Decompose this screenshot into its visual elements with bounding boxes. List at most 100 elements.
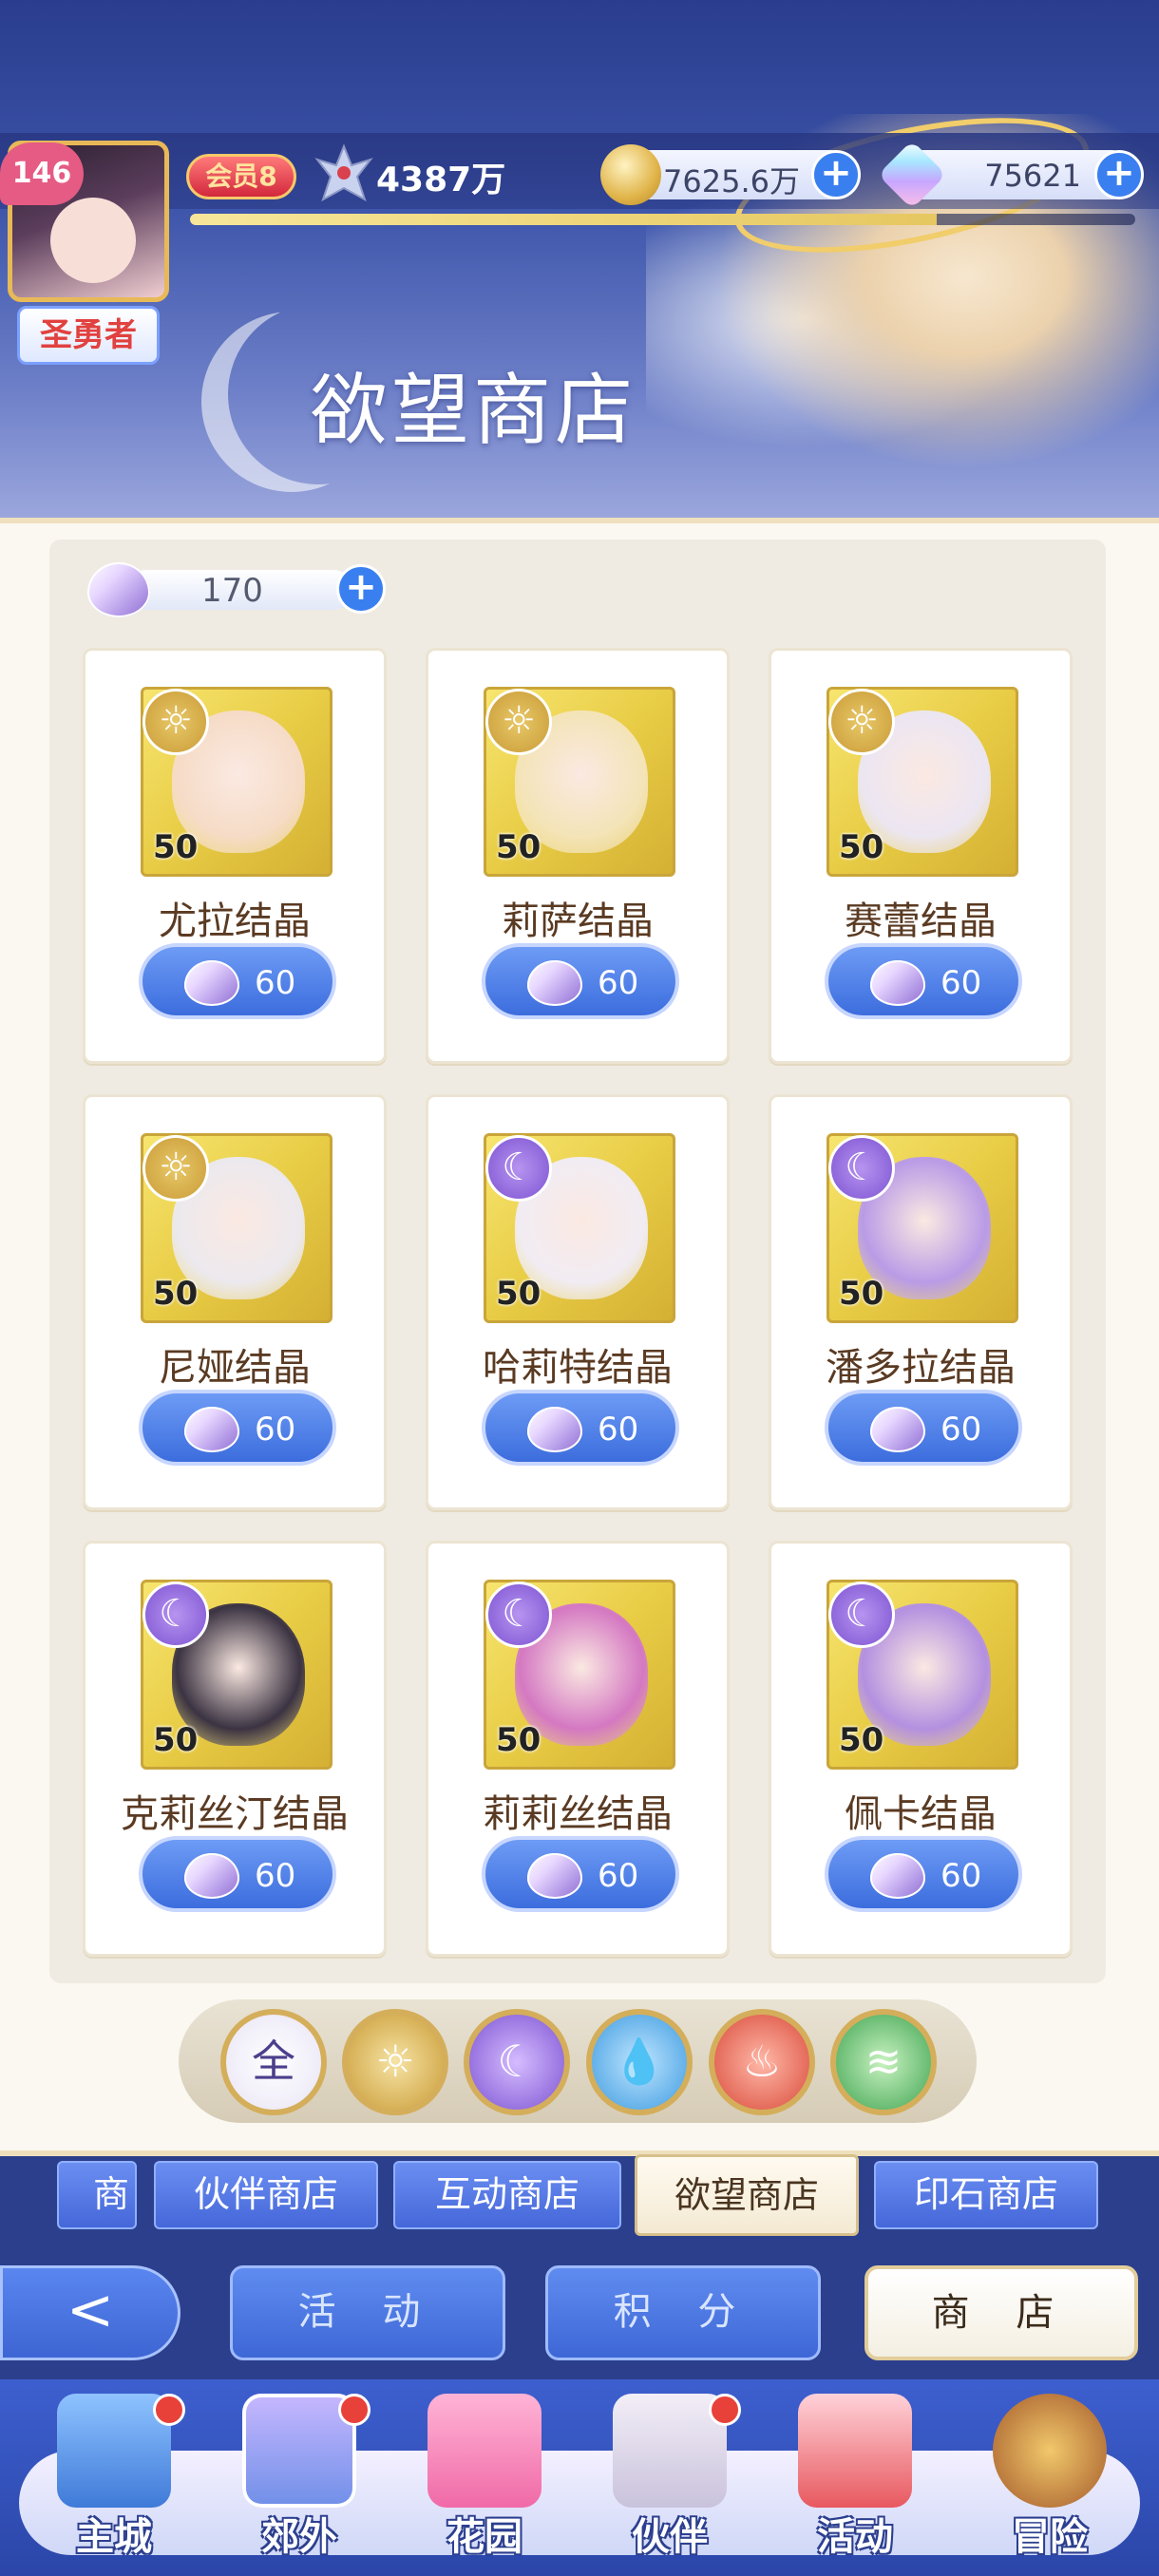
diamond-value: 75621	[984, 158, 1081, 194]
shop-button[interactable]: 商 店	[864, 2265, 1138, 2360]
item-price: 60	[940, 1411, 982, 1449]
page-title: 欲望商店	[310, 366, 637, 456]
item-quantity: 50	[153, 1721, 199, 1759]
filter-fire-icon[interactable]: ♨	[709, 2009, 815, 2115]
nav-item-label: 主城	[76, 2515, 152, 2559]
heart-gem-icon	[527, 960, 582, 1006]
power-icon	[314, 143, 373, 202]
shop-tab[interactable]: 互动商店	[393, 2161, 621, 2229]
heart-gem-icon	[87, 562, 150, 617]
sun-element-icon: ☼	[828, 689, 895, 755]
filter-water-icon[interactable]: 💧	[586, 2009, 693, 2115]
player-level-badge: 146	[0, 142, 84, 205]
exp-bar	[190, 214, 1135, 225]
buy-button[interactable]: 60	[139, 943, 336, 1019]
filter-all-icon[interactable]: 全	[220, 2009, 327, 2115]
shop-item-card[interactable]: 50 ☼ 莉萨结晶 60	[426, 648, 730, 1064]
gold-coin-icon	[600, 144, 661, 205]
item-quantity: 50	[496, 1721, 542, 1759]
item-name: 赛蕾结晶	[845, 900, 997, 943]
bottom-nav-item[interactable]: 花园	[394, 2394, 575, 2565]
item-quantity: 50	[839, 1721, 884, 1759]
shop-tab[interactable]: 欲望商店	[635, 2154, 859, 2236]
moon-element-icon: ☾	[828, 1135, 895, 1202]
nav-item-icon	[993, 2394, 1107, 2508]
gold-value: 7625.6万	[663, 163, 800, 199]
nav-item-label: 伙伴	[632, 2515, 708, 2559]
activity-button[interactable]: 活 动	[230, 2265, 505, 2360]
heart-gem-icon	[184, 960, 239, 1006]
bottom-nav-item[interactable]: 郊外	[209, 2394, 390, 2565]
shop-item-card[interactable]: 50 ☾ 莉莉丝结晶 60	[426, 1541, 730, 1957]
sun-element-icon: ☼	[485, 689, 552, 755]
filter-moon-icon[interactable]: ☾	[464, 2009, 570, 2115]
buy-button[interactable]: 60	[482, 1390, 679, 1466]
power-value: 4387万	[376, 161, 506, 199]
buy-button[interactable]: 60	[825, 943, 1022, 1019]
item-price: 60	[940, 964, 982, 1002]
item-name: 克莉丝汀结晶	[121, 1792, 349, 1836]
nav-item-icon	[798, 2394, 912, 2508]
shop-item-card[interactable]: 50 ☼ 赛蕾结晶 60	[769, 648, 1073, 1064]
buy-button[interactable]: 60	[139, 1836, 336, 1912]
item-quantity: 50	[153, 828, 199, 866]
shop-item-card[interactable]: 50 ☾ 佩卡结晶 60	[769, 1541, 1073, 1957]
moon-element-icon: ☾	[828, 1582, 895, 1648]
item-name: 佩卡结晶	[845, 1792, 997, 1836]
buy-button[interactable]: 60	[825, 1390, 1022, 1466]
shop-item-card[interactable]: 50 ☾ 克莉丝汀结晶 60	[83, 1541, 387, 1957]
shop-item-card[interactable]: 50 ☾ 潘多拉结晶 60	[769, 1094, 1073, 1510]
sun-element-icon: ☼	[142, 1135, 209, 1202]
moon-element-icon: ☾	[485, 1135, 552, 1202]
item-name: 哈莉特结晶	[483, 1346, 673, 1390]
nav-item-label: 花园	[446, 2515, 522, 2559]
balance-value: 170	[201, 572, 263, 610]
heart-gem-icon	[527, 1853, 582, 1899]
shop-tab[interactable]: 商店	[57, 2161, 137, 2229]
item-name: 潘多拉结晶	[826, 1346, 1016, 1390]
bottom-nav-item[interactable]: 活动	[765, 2394, 945, 2565]
sun-element-icon: ☼	[142, 689, 209, 755]
heart-gem-icon	[870, 1853, 925, 1899]
item-price: 60	[598, 1411, 639, 1449]
bottom-nav-item[interactable]: 伙伴	[580, 2394, 760, 2565]
notification-dot	[338, 2394, 370, 2426]
buy-button[interactable]: 60	[482, 1836, 679, 1912]
add-desire-currency-button[interactable]: +	[336, 564, 386, 614]
bottom-nav-item[interactable]: 冒险	[960, 2394, 1140, 2565]
item-price: 60	[255, 964, 296, 1002]
player-title-badge[interactable]: 圣勇者	[17, 306, 160, 365]
add-gold-button[interactable]: +	[811, 150, 861, 199]
filter-wind-icon[interactable]: ≋	[830, 2009, 937, 2115]
notification-dot	[153, 2394, 185, 2426]
moon-element-icon: ☾	[485, 1582, 552, 1648]
bottom-nav-item[interactable]: 主城	[24, 2394, 204, 2565]
item-price: 60	[940, 1857, 982, 1895]
item-name: 尼娅结晶	[159, 1346, 311, 1390]
exp-bar-fill	[190, 214, 938, 225]
shop-item-card[interactable]: 50 ☾ 哈莉特结晶 60	[426, 1094, 730, 1510]
heart-gem-icon	[870, 960, 925, 1006]
item-price: 60	[255, 1411, 296, 1449]
buy-button[interactable]: 60	[482, 943, 679, 1019]
filter-sun-icon[interactable]: ☼	[342, 2009, 448, 2115]
shop-tab[interactable]: 印石商店	[874, 2161, 1098, 2229]
item-price: 60	[255, 1857, 296, 1895]
vip-badge[interactable]: 会员8	[186, 154, 296, 199]
item-price: 60	[598, 1857, 639, 1895]
item-name: 莉莉丝结晶	[483, 1792, 673, 1836]
shop-item-card[interactable]: 50 ☼ 尼娅结晶 60	[83, 1094, 387, 1510]
notification-dot	[709, 2394, 741, 2426]
points-button[interactable]: 积 分	[545, 2265, 821, 2360]
nav-item-label: 活动	[817, 2515, 893, 2559]
heart-gem-icon	[870, 1407, 925, 1452]
shop-tab[interactable]: 伙伴商店	[154, 2161, 378, 2229]
item-quantity: 50	[839, 828, 884, 866]
buy-button[interactable]: 60	[825, 1836, 1022, 1912]
item-quantity: 50	[496, 828, 542, 866]
buy-button[interactable]: 60	[139, 1390, 336, 1466]
add-diamond-button[interactable]: +	[1094, 150, 1144, 199]
heart-gem-icon	[527, 1407, 582, 1452]
back-button[interactable]: <	[0, 2265, 180, 2360]
shop-item-card[interactable]: 50 ☼ 尤拉结晶 60	[83, 648, 387, 1064]
